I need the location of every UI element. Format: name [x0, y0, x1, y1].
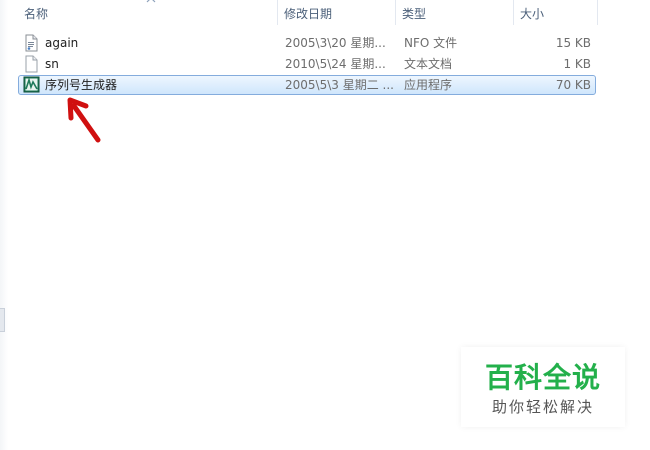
- sort-ascending-icon: [146, 0, 156, 5]
- file-date: 2005\5\3 星期二 ...: [285, 78, 394, 92]
- file-date: 2010\5\24 星期...: [285, 57, 386, 71]
- text-file-icon: [23, 55, 41, 73]
- column-header-type[interactable]: 类型: [396, 0, 514, 25]
- file-name: 序列号生成器: [45, 78, 118, 92]
- file-type: 应用程序: [404, 78, 453, 92]
- red-arrow-icon: [64, 96, 112, 146]
- file-list: again 2005\3\20 星期... NFO 文件 15 KB sn 20…: [18, 33, 596, 96]
- file-name: again: [45, 36, 79, 50]
- column-header-name-label: 名称: [24, 7, 49, 21]
- column-header-type-label: 类型: [402, 7, 427, 21]
- file-name: sn: [45, 57, 59, 71]
- watermark-title: 百科全说: [484, 361, 601, 394]
- application-icon: [23, 76, 41, 94]
- file-row-sn[interactable]: sn 2010\5\24 星期... 文本文档 1 KB: [18, 54, 596, 74]
- file-type: NFO 文件: [404, 36, 458, 50]
- column-header-date-label: 修改日期: [284, 7, 333, 21]
- column-header-size[interactable]: 大小: [514, 0, 598, 25]
- watermark-subtitle: 助你轻松解决: [491, 398, 594, 416]
- column-header-date[interactable]: 修改日期: [278, 0, 396, 25]
- file-row-again[interactable]: again 2005\3\20 星期... NFO 文件 15 KB: [18, 33, 596, 53]
- navigation-pane-edge: [0, 0, 8, 450]
- file-date: 2005\3\20 星期...: [285, 36, 386, 50]
- file-size: 1 KB: [563, 57, 591, 71]
- file-type: 文本文档: [404, 57, 453, 71]
- column-header-size-label: 大小: [520, 7, 545, 21]
- file-explorer-window: 名称 修改日期 类型 大小 again 2005\3\20 星期... NFO …: [0, 0, 650, 450]
- file-size: 15 KB: [555, 36, 591, 50]
- pane-splitter-handle[interactable]: [0, 308, 5, 332]
- file-row-serial-generator[interactable]: 序列号生成器 2005\5\3 星期二 ... 应用程序 70 KB: [18, 75, 596, 95]
- watermark-logo: 百科全说 助你轻松解决: [461, 347, 625, 427]
- column-header: 名称 修改日期 类型 大小: [18, 0, 598, 25]
- file-size: 70 KB: [555, 78, 591, 92]
- nfo-file-icon: [23, 34, 41, 52]
